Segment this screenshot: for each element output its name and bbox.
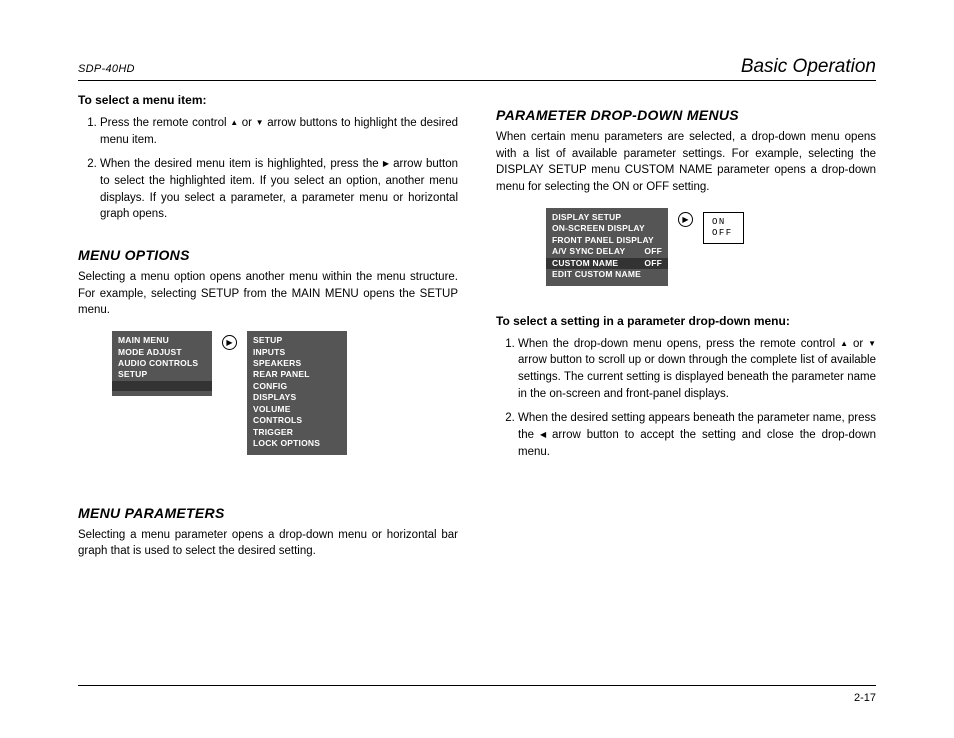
page-header: SDP-40HD Basic Operation <box>78 56 876 81</box>
menu-parameters-title: MENU PARAMETERS <box>78 505 458 521</box>
step-b2: When the desired setting appears beneath… <box>518 410 876 460</box>
main-menu-box: MAIN MENU MODE ADJUST AUDIO CONTROLS SET… <box>112 331 212 396</box>
page-number: 2-17 <box>854 692 876 704</box>
setup-menu-item: SPEAKERS <box>253 358 341 369</box>
down-arrow-icon: ▼ <box>868 338 876 350</box>
display-setup-row: FRONT PANEL DISPLAY <box>552 235 662 246</box>
select-setting-steps: When the drop-down menu opens, press the… <box>496 336 876 461</box>
setup-menu-item: INPUTS <box>253 347 341 358</box>
footer-rule <box>78 685 876 686</box>
right-column: PARAMETER DROP-DOWN MENUS When certain m… <box>496 93 876 572</box>
display-setup-row: EDIT CUSTOM NAME <box>552 269 662 280</box>
parameter-dropdown-title: PARAMETER DROP-DOWN MENUS <box>496 107 876 123</box>
setup-menu-item: VOLUME CONTROLS <box>253 404 341 427</box>
dropdown-option: OFF <box>712 228 733 239</box>
menu-options-body: Selecting a menu option opens another me… <box>78 269 458 319</box>
up-arrow-icon: ▲ <box>230 117 238 129</box>
manual-page: SDP-40HD Basic Operation To select a men… <box>0 0 954 738</box>
setup-menu-item: LOCK OPTIONS <box>253 438 341 449</box>
display-setup-row: ON-SCREEN DISPLAY <box>552 223 662 234</box>
select-menu-item-heading: To select a menu item: <box>78 93 458 107</box>
header-section: Basic Operation <box>741 56 876 78</box>
step-b1: When the drop-down menu opens, press the… <box>518 336 876 403</box>
setup-menu-title: SETUP <box>253 335 341 346</box>
setup-menu-item: TRIGGER <box>253 427 341 438</box>
dropdown-option: ON <box>712 217 733 228</box>
select-menu-item-steps: Press the remote control ▲ or ▼ arrow bu… <box>78 115 458 223</box>
setup-menu-box: SETUP INPUTS SPEAKERS REAR PANEL CONFIG … <box>247 331 347 455</box>
display-setup-row: A/V SYNC DELAY OFF <box>552 246 662 257</box>
parameter-dropdown-body: When certain menu parameters are selecte… <box>496 129 876 196</box>
select-setting-heading: To select a setting in a parameter drop-… <box>496 314 876 328</box>
content-columns: To select a menu item: Press the remote … <box>78 93 876 572</box>
display-setup-box: DISPLAY SETUP ON-SCREEN DISPLAY FRONT PA… <box>546 208 668 286</box>
main-menu-title: MAIN MENU <box>118 335 206 346</box>
up-arrow-icon: ▲ <box>840 338 848 350</box>
display-setup-row-highlight: CUSTOM NAME OFF <box>546 258 668 269</box>
left-column: To select a menu item: Press the remote … <box>78 93 458 572</box>
main-menu-item: AUDIO CONTROLS <box>118 358 206 369</box>
step-1: Press the remote control ▲ or ▼ arrow bu… <box>100 115 458 148</box>
right-arrow-icon: ▶ <box>678 212 693 227</box>
setup-menu-item: REAR PANEL CONFIG <box>253 369 341 392</box>
right-arrow-icon: ▶ <box>222 335 237 350</box>
main-menu-highlight <box>112 381 212 391</box>
display-setup-title: DISPLAY SETUP <box>552 212 662 223</box>
step-2: When the desired menu item is highlighte… <box>100 156 458 223</box>
parameter-dropdown-diagram: DISPLAY SETUP ON-SCREEN DISPLAY FRONT PA… <box>546 208 876 286</box>
on-off-dropdown: ON OFF <box>703 212 744 245</box>
menu-options-diagram: MAIN MENU MODE ADJUST AUDIO CONTROLS SET… <box>112 331 458 455</box>
down-arrow-icon: ▼ <box>256 117 264 129</box>
menu-options-title: MENU OPTIONS <box>78 247 458 263</box>
main-menu-item: SETUP <box>118 369 206 380</box>
setup-menu-item: DISPLAYS <box>253 392 341 403</box>
header-model: SDP-40HD <box>78 63 135 75</box>
menu-parameters-body: Selecting a menu parameter opens a drop-… <box>78 527 458 560</box>
main-menu-item: MODE ADJUST <box>118 347 206 358</box>
